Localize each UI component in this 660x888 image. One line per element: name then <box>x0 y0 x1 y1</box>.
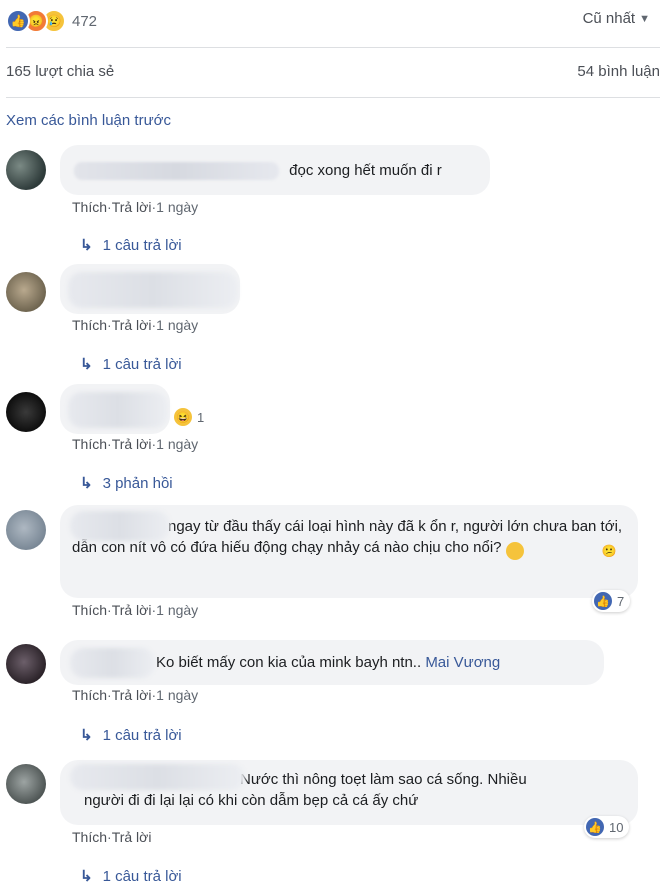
comment-bubble <box>60 264 240 314</box>
commenter-name-blurred[interactable] <box>74 162 279 181</box>
share-count[interactable]: 165 lượt chia sẻ <box>6 63 114 80</box>
avatar[interactable] <box>6 510 46 550</box>
sort-dropdown[interactable]: Cũ nhất ▼ <box>583 10 650 27</box>
comment-actions: Thích · Trả lời · 1 ngày <box>72 199 199 215</box>
like-badge[interactable]: 👍 10 <box>584 816 630 838</box>
comment-time[interactable]: 1 ngày <box>156 687 198 703</box>
comment-count[interactable]: 54 bình luận <box>577 63 660 80</box>
reactions-summary[interactable]: 👍 😠 😢 472 <box>6 8 97 34</box>
comment-actions: Thích · Trả lời <box>72 829 152 845</box>
comment-actions: Thích · Trả lời · 1 ngày <box>72 436 199 452</box>
like-count: 10 <box>609 819 624 835</box>
comment-time[interactable]: 1 ngày <box>156 602 198 618</box>
like-count: 7 <box>617 593 625 609</box>
reaction-count: 1 <box>197 409 205 425</box>
sort-label: Cũ nhất <box>582 10 636 27</box>
like-icon: 👍 <box>6 9 30 33</box>
comment-content-blurred <box>68 392 168 428</box>
divider <box>6 97 660 98</box>
haha-icon: 😆 <box>174 408 192 426</box>
comment-bubble: Ko biết mấy con kia của mink bayh ntn.. … <box>60 640 604 685</box>
confused-face-icon: 😕 <box>505 542 617 560</box>
chevron-down-icon: ▼ <box>639 12 650 25</box>
reply-link[interactable]: Trả lời <box>112 199 152 215</box>
avatar[interactable] <box>6 150 46 190</box>
commenter-name-blurred[interactable] <box>70 511 170 541</box>
like-link[interactable]: Thích <box>72 317 107 333</box>
reaction-badge[interactable]: 😆 1 <box>174 408 204 426</box>
comment-bubble: Nước thì nông toẹt làm sao cá sống. Nhiề… <box>60 760 638 825</box>
view-replies-link[interactable]: ↳ 1 câu trả lời <box>80 867 182 886</box>
comment-bubble <box>60 384 170 434</box>
comment-actions: Thích · Trả lời · 1 ngày <box>72 602 199 618</box>
like-icon: 👍 <box>586 818 604 836</box>
like-link[interactable]: Thích <box>72 199 107 215</box>
replies-count: 1 câu trả lời <box>102 867 182 885</box>
like-link[interactable]: Thích <box>72 687 107 703</box>
divider <box>6 47 660 48</box>
reply-arrow-icon: ↳ <box>80 356 93 373</box>
replies-count: 1 câu trả lời <box>102 355 182 373</box>
comment-actions: Thích · Trả lời · 1 ngày <box>72 687 199 703</box>
comment-text: Ko biết mấy con kia của mink bayh ntn.. <box>156 654 422 671</box>
comment-text: đọc xong hết muốn đi r <box>289 162 442 179</box>
reply-link[interactable]: Trả lời <box>112 317 152 333</box>
replies-count: 1 câu trả lời <box>102 236 182 254</box>
comment-actions: Thích · Trả lời · 1 ngày <box>72 317 199 333</box>
reply-link[interactable]: Trả lời <box>112 436 152 452</box>
reply-link[interactable]: Trả lời <box>112 829 152 845</box>
view-replies-link[interactable]: ↳ 3 phản hồi <box>80 474 173 493</box>
view-replies-link[interactable]: ↳ 1 câu trả lời <box>80 236 182 255</box>
comment-bubble: đọc xong hết muốn đi r <box>60 145 490 195</box>
mention-link[interactable]: Mai Vương <box>425 654 500 671</box>
comment-bubble: ngay từ đầu thấy cái loại hình này đã k … <box>60 505 638 598</box>
commenter-name-blurred[interactable] <box>70 764 245 790</box>
reply-link[interactable]: Trả lời <box>112 687 152 703</box>
comment-text-line2: người đi đi lại lại có khi còn dẫm bẹp c… <box>84 792 419 809</box>
avatar[interactable] <box>6 644 46 684</box>
avatar[interactable] <box>6 392 46 432</box>
comment-time[interactable]: 1 ngày <box>156 436 198 452</box>
avatar[interactable] <box>6 272 46 312</box>
reply-arrow-icon: ↳ <box>80 868 93 885</box>
reply-link[interactable]: Trả lời <box>112 602 152 618</box>
like-badge[interactable]: 👍 7 <box>592 590 631 612</box>
comment-time[interactable]: 1 ngày <box>156 199 198 215</box>
commenter-name-blurred[interactable] <box>70 648 155 678</box>
reply-arrow-icon: ↳ <box>80 237 93 254</box>
replies-count: 1 câu trả lời <box>102 726 182 744</box>
view-previous-comments-link[interactable]: Xem các bình luận trước <box>6 112 171 129</box>
reply-arrow-icon: ↳ <box>80 727 93 744</box>
like-link[interactable]: Thích <box>72 829 107 845</box>
comment-time[interactable]: 1 ngày <box>156 317 198 333</box>
like-link[interactable]: Thích <box>72 436 107 452</box>
like-link[interactable]: Thích <box>72 602 107 618</box>
like-icon: 👍 <box>594 592 612 610</box>
avatar[interactable] <box>6 764 46 804</box>
reply-arrow-icon: ↳ <box>80 475 93 492</box>
comment-content-blurred <box>68 272 238 308</box>
replies-count: 3 phản hồi <box>102 474 173 492</box>
view-replies-link[interactable]: ↳ 1 câu trả lời <box>80 355 182 374</box>
view-replies-link[interactable]: ↳ 1 câu trả lời <box>80 726 182 745</box>
reaction-count: 472 <box>72 12 98 30</box>
